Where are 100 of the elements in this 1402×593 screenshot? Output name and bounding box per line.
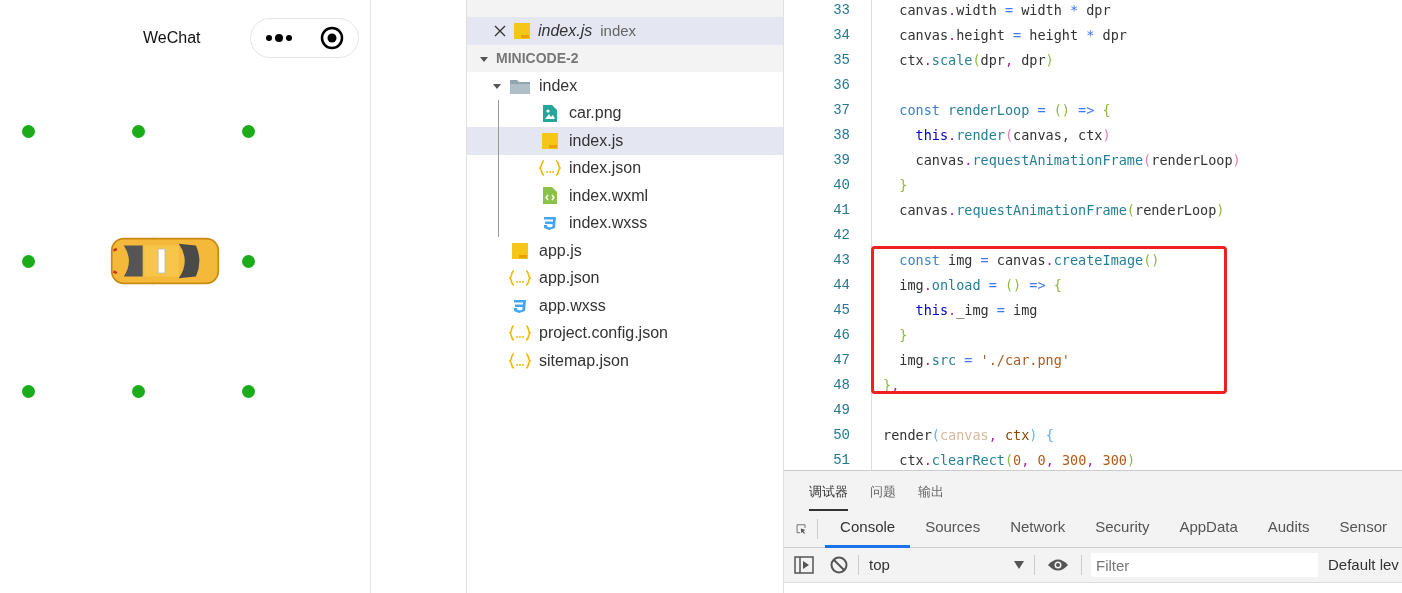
js-file-icon <box>542 132 558 149</box>
line-number: 34 <box>832 26 851 45</box>
devtools-tab[interactable]: Security <box>1080 510 1165 548</box>
close-target-icon[interactable] <box>320 26 345 50</box>
code-line: canvas.height = height * dpr <box>898 26 1127 46</box>
line-number: 33 <box>832 1 851 20</box>
file-name: sitemap.json <box>539 350 629 371</box>
file-name: app.wxss <box>539 295 606 316</box>
filter-field[interactable]: Filter <box>1091 553 1318 577</box>
more-icon[interactable] <box>264 33 293 43</box>
file-name: app.json <box>539 268 600 289</box>
line-number: 49 <box>832 401 851 420</box>
line-number: 41 <box>832 201 851 220</box>
dot <box>242 255 255 268</box>
file-name: index.json <box>569 158 642 179</box>
file-name: index.js <box>569 130 624 151</box>
line-number: 45 <box>832 301 851 320</box>
line-number: 46 <box>832 326 851 345</box>
caret-icon[interactable] <box>480 54 488 63</box>
code-file-icon <box>543 187 557 205</box>
devtools-tab[interactable]: AppData <box>1164 510 1253 548</box>
code-line: render(canvas, ctx) { <box>883 426 1054 446</box>
line-number: 43 <box>832 251 851 270</box>
line-number: 36 <box>832 76 851 95</box>
file-path: index <box>600 20 637 41</box>
file-tree-item[interactable]: index.wxml <box>467 182 783 210</box>
log-level-select[interactable]: Default lev <box>1328 553 1399 577</box>
panel-tab[interactable]: 输出 <box>918 481 944 511</box>
line-number: 39 <box>832 151 851 170</box>
file-tree-item[interactable]: app.js <box>467 237 783 265</box>
eye-icon[interactable] <box>1047 558 1069 572</box>
file-tree-item[interactable]: index.js <box>467 127 783 155</box>
code-line: const renderLoop = () => { <box>898 101 1111 121</box>
css-icon <box>542 215 558 232</box>
dropdown-caret-icon <box>1014 561 1024 569</box>
devtools-tab[interactable]: Network <box>995 510 1081 548</box>
file-name: project.config.json <box>539 323 668 344</box>
line-number: 44 <box>832 276 851 295</box>
file-tree-item[interactable]: index.json <box>467 154 783 182</box>
code-line: canvas.requestAnimationFrame(renderLoop) <box>898 201 1225 221</box>
file-name: index.wxml <box>569 185 649 206</box>
line-number: 42 <box>832 226 851 245</box>
dot <box>22 255 35 268</box>
file-tree-item[interactable]: car.png <box>467 99 783 127</box>
code-line: } <box>898 326 908 346</box>
open-editor-tab[interactable]: index.js index <box>467 17 783 45</box>
css-icon <box>512 297 528 314</box>
braces-icon <box>509 325 531 342</box>
page-title: WeChat <box>143 28 201 48</box>
line-number: 35 <box>832 51 851 70</box>
file-name: app.js <box>539 240 582 261</box>
devtools-tab[interactable]: Audits <box>1252 510 1325 548</box>
close-icon[interactable] <box>494 25 506 37</box>
caret-icon[interactable] <box>493 81 501 90</box>
file-tree-item[interactable]: index <box>467 72 783 100</box>
folder-icon <box>510 77 530 94</box>
file-name: index <box>539 75 578 96</box>
code-line: } <box>898 176 908 196</box>
devtools-tab[interactable]: Sensor <box>1324 510 1402 548</box>
code-line: img.src = './car.png' <box>898 351 1070 371</box>
dot <box>132 385 145 398</box>
braces-icon <box>509 270 531 287</box>
panel-tab[interactable]: 问题 <box>870 481 896 511</box>
dot <box>22 385 35 398</box>
braces-icon <box>539 160 561 177</box>
file-tree-item[interactable]: project.config.json <box>467 319 783 347</box>
line-number: 38 <box>832 126 851 145</box>
image-file-icon <box>543 104 557 122</box>
line-number: 51 <box>832 451 851 470</box>
file-tree-item[interactable]: index.wxss <box>467 209 783 237</box>
code-line: this.render(canvas, ctx) <box>914 126 1111 146</box>
code-line: img.onload = () => { <box>898 276 1062 296</box>
file-tree-item[interactable]: app.wxss <box>467 292 783 320</box>
file-tree-item[interactable]: app.json <box>467 264 783 292</box>
dot <box>22 125 35 138</box>
file-name: car.png <box>569 103 622 124</box>
code-line: const img = canvas.createImage() <box>898 251 1160 271</box>
sidebar-toggle-icon[interactable] <box>794 556 814 574</box>
code-line: canvas.requestAnimationFrame(renderLoop) <box>914 151 1241 171</box>
dot <box>242 125 255 138</box>
context-select[interactable]: top <box>859 552 1034 578</box>
code-line: ctx.scale(dpr, dpr) <box>898 51 1054 71</box>
line-number: 48 <box>832 376 851 395</box>
open-file-name: index.js <box>538 21 593 41</box>
code-line: ctx.clearRect(0, 0, 300, 300) <box>898 451 1136 470</box>
dot <box>242 385 255 398</box>
line-number: 47 <box>832 351 851 370</box>
braces-icon <box>509 352 531 369</box>
panel-tab[interactable]: 调试器 <box>809 481 848 511</box>
dot <box>132 125 145 138</box>
code-line: this._img = img <box>914 301 1038 321</box>
js-file-icon <box>512 242 528 259</box>
line-number: 50 <box>832 426 851 445</box>
clear-icon[interactable] <box>830 556 848 574</box>
file-name: index.wxss <box>569 213 648 234</box>
code-line: canvas.width = width * dpr <box>898 1 1111 21</box>
project-header[interactable]: MINICODE-2 <box>467 45 783 72</box>
line-number: 37 <box>832 101 851 120</box>
devtools-tab[interactable]: Sources <box>910 510 996 548</box>
file-tree-item[interactable]: sitemap.json <box>467 347 783 375</box>
